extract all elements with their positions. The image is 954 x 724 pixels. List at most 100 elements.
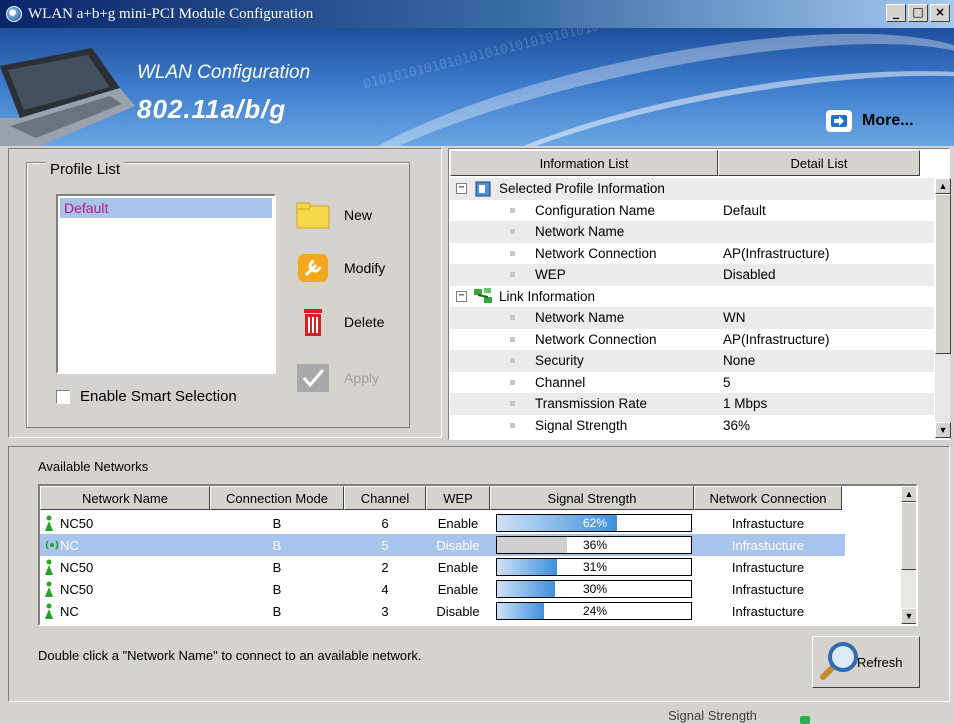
header-banner: 0101010101010101010101010101010 WLAN Con… — [0, 28, 954, 146]
info-row: Network Name — [450, 221, 934, 243]
network-connection-cell: Infrastucture — [731, 559, 805, 575]
info-key: Network Connection — [535, 331, 657, 347]
network-connection-cell: Infrastucture — [731, 515, 805, 531]
arrow-right-icon — [826, 110, 852, 132]
column-connection-mode[interactable]: Connection Mode — [210, 486, 344, 510]
bullet-icon — [510, 379, 515, 385]
scroll-up-button[interactable]: ▲ — [901, 486, 916, 502]
collapse-icon[interactable]: − — [456, 290, 467, 302]
close-button[interactable]: × — [930, 4, 950, 22]
bullet-icon — [510, 229, 515, 235]
refresh-button[interactable]: Refresh — [812, 636, 920, 688]
network-name: NC50 — [60, 559, 94, 575]
info-key: Network Name — [535, 310, 625, 326]
network-row[interactable]: NC B 3 Disable Infrastucture 24% — [40, 600, 845, 622]
network-row[interactable]: NC B 5 Disable Infrastucture 36% — [40, 534, 845, 556]
network-channel-cell: 6 — [381, 515, 389, 531]
column-channel[interactable]: Channel — [344, 486, 426, 510]
link-information-group[interactable]: − Link Information — [450, 286, 934, 308]
new-button[interactable]: New — [296, 200, 372, 230]
network-wep-cell: Disable — [436, 537, 480, 553]
network-row[interactable]: NC50 B 4 Enable Infrastucture 30% — [40, 578, 845, 600]
info-key: Network Name — [535, 224, 625, 240]
network-mode-cell: B — [272, 559, 282, 575]
network-channel-cell: 4 — [381, 581, 389, 597]
network-name: NC — [60, 603, 79, 619]
signal-strength-text: 31% — [582, 560, 608, 574]
modify-button[interactable]: Modify — [296, 253, 385, 283]
access-point-icon — [44, 603, 54, 619]
info-value: Disabled — [723, 267, 776, 283]
network-channel-cell: 2 — [381, 559, 389, 575]
signal-strength-bar: 36% — [496, 536, 692, 554]
bullet-icon — [510, 422, 515, 428]
info-key: Transmission Rate — [535, 396, 648, 412]
scroll-down-button[interactable]: ▼ — [935, 422, 951, 438]
column-signal-strength[interactable]: Signal Strength — [490, 486, 694, 510]
banner-title: WLAN Configuration — [137, 62, 311, 83]
link-information-label: Link Information — [499, 288, 596, 304]
delete-button[interactable]: Delete — [296, 307, 384, 337]
collapse-icon[interactable]: − — [456, 183, 467, 195]
profile-item[interactable]: Default — [60, 198, 272, 218]
info-value: 5 — [723, 374, 731, 390]
apply-button[interactable]: Apply — [296, 363, 379, 393]
info-scrollbar[interactable]: ▲ ▼ — [934, 178, 951, 438]
network-name: NC — [60, 537, 79, 553]
network-wep-cell: Disable — [436, 603, 480, 619]
info-value: None — [723, 353, 756, 369]
bullet-icon — [510, 358, 515, 364]
signal-strength-text: 30% — [582, 582, 608, 596]
profile-list-label: Profile List — [46, 161, 125, 178]
network-connection-cell: Infrastucture — [731, 603, 805, 619]
column-network-name[interactable]: Network Name — [40, 486, 210, 510]
network-wep-cell: Enable — [437, 559, 479, 575]
network-name-cell[interactable]: NC50 — [40, 556, 210, 578]
detail-list-column[interactable]: Detail List — [718, 150, 920, 176]
signal-strength-text: 62% — [582, 516, 608, 530]
scroll-down-button[interactable]: ▼ — [901, 608, 916, 624]
connect-hint: Double click a "Network Name" to connect… — [38, 648, 422, 663]
network-name-cell[interactable]: NC — [40, 534, 210, 556]
info-tree: − Selected Profile Information Configura… — [450, 178, 934, 438]
scroll-thumb[interactable] — [935, 194, 951, 354]
column-network-connection[interactable]: Network Connection — [694, 486, 842, 510]
info-key: Configuration Name — [535, 202, 656, 218]
minimize-button[interactable]: _ — [886, 4, 906, 22]
profile-listbox[interactable]: Default — [56, 194, 276, 374]
trash-icon — [304, 309, 322, 336]
more-label: More... — [862, 112, 914, 129]
column-wep[interactable]: WEP — [426, 486, 490, 510]
signal-strength-bar: 62% — [496, 514, 692, 532]
scroll-thumb[interactable] — [901, 502, 916, 570]
refresh-label: Refresh — [857, 654, 903, 670]
smart-selection-checkbox[interactable] — [56, 389, 70, 404]
network-mode-cell: B — [272, 537, 282, 553]
info-key: Security — [535, 353, 584, 369]
info-row: Network Connection AP(Infrastructure) — [450, 329, 934, 351]
network-name-cell[interactable]: NC — [40, 600, 210, 622]
scroll-up-button[interactable]: ▲ — [935, 178, 951, 194]
network-name-cell[interactable]: NC50 — [40, 512, 210, 534]
more-button[interactable]: More... — [826, 110, 914, 132]
access-point-icon — [44, 515, 54, 531]
selected-profile-group[interactable]: − Selected Profile Information — [450, 178, 934, 200]
network-wep-cell: Enable — [437, 515, 479, 531]
info-value: AP(Infrastructure) — [723, 331, 830, 347]
networks-scrollbar[interactable]: ▲ ▼ — [900, 486, 916, 624]
bullet-icon — [510, 401, 515, 407]
network-name-cell[interactable]: NC50 — [40, 578, 210, 600]
delete-label: Delete — [344, 314, 385, 330]
smart-selection-checkbox-row[interactable]: Enable Smart Selection — [56, 388, 237, 405]
checkmark-icon — [297, 364, 329, 392]
network-row[interactable]: NC50 B 6 Enable Infrastucture 62% — [40, 512, 845, 534]
title-bar: WLAN a+b+g mini-PCI Module Configuration… — [0, 0, 954, 28]
magnifier-icon — [820, 642, 858, 680]
info-value: 1 Mbps — [723, 396, 768, 412]
network-channel-cell: 5 — [381, 537, 389, 553]
new-label: New — [344, 207, 373, 223]
information-list-column[interactable]: Information List — [450, 150, 718, 176]
network-row[interactable]: NC50 B 2 Enable Infrastucture 31% — [40, 556, 845, 578]
bullet-icon — [510, 207, 515, 213]
maximize-button[interactable]: □ — [908, 4, 928, 22]
